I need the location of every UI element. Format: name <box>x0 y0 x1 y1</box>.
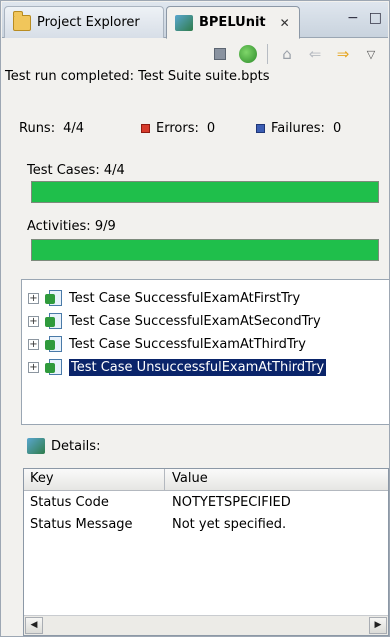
bpelunit-view: Project Explorer BPELUnit ✕ − □ ⌂ ⇐ ⇒ ▽ … <box>0 0 390 637</box>
cell-key: Status Message <box>30 517 133 532</box>
cell-key: Status Code <box>30 495 109 510</box>
tree-item-label: Test Case SuccessfulExamAtSecondTry <box>69 313 321 329</box>
activities-progress-fill <box>32 240 378 260</box>
table-header: Key Value <box>24 469 388 491</box>
failures-label: Failures: <box>271 121 325 136</box>
rerun-button[interactable] <box>239 45 257 63</box>
expand-icon[interactable]: + <box>28 361 39 373</box>
home-icon[interactable]: ⌂ <box>278 45 296 63</box>
expand-icon[interactable]: + <box>28 292 39 304</box>
view-toolbar: ⌂ ⇐ ⇒ ▽ <box>2 39 388 69</box>
tree-item[interactable]: + Test Case SuccessfulExamAtSecondTry <box>28 310 321 332</box>
toolbar-separator <box>267 44 268 64</box>
failures-counter: Failures: 0 <box>256 121 341 136</box>
tab-bar: Project Explorer BPELUnit ✕ − □ <box>2 2 388 39</box>
cell-value: NOTYETSPECIFIED <box>172 495 291 510</box>
test-cases-progress-fill <box>32 182 378 202</box>
details-header: Details: <box>27 438 100 454</box>
bpelunit-icon <box>175 14 193 31</box>
runs-counter: Runs: 4/4 <box>19 121 84 136</box>
error-icon <box>141 124 150 133</box>
tab-project-explorer[interactable]: Project Explorer <box>4 6 164 38</box>
scroll-right-button[interactable]: ▶ <box>369 617 387 634</box>
test-case-icon <box>45 289 63 307</box>
failures-value: 0 <box>332 121 342 136</box>
runs-label: Runs: <box>19 121 56 136</box>
view-menu-icon[interactable]: ▽ <box>362 45 380 63</box>
tab-label: Project Explorer <box>37 15 140 30</box>
table-row[interactable]: Status Message Not yet specified. <box>24 517 388 537</box>
maximize-button[interactable]: □ <box>369 10 382 26</box>
activities-progress-bar <box>31 239 379 261</box>
test-cases-label: Test Cases: 4/4 <box>27 163 125 178</box>
tab-label: BPELUnit <box>199 15 266 30</box>
tree-item-label: Test Case SuccessfulExamAtThirdTry <box>69 336 306 352</box>
test-case-icon <box>45 358 63 376</box>
tab-bpelunit[interactable]: BPELUnit ✕ <box>166 6 300 39</box>
details-icon <box>27 438 45 454</box>
run-icon <box>239 45 257 63</box>
back-arrow-icon[interactable]: ⇐ <box>306 45 324 63</box>
column-header-key[interactable]: Key <box>30 471 54 486</box>
errors-counter: Errors: 0 <box>141 121 215 136</box>
tree-item-label: Test Case SuccessfulExamAtFirstTry <box>69 290 301 306</box>
scroll-left-button[interactable]: ◀ <box>25 617 43 634</box>
tree-item-label: Test Case UnsuccessfulExamAtThirdTry <box>69 358 327 376</box>
test-case-icon <box>45 335 63 353</box>
column-header-value[interactable]: Value <box>172 471 208 486</box>
activities-label: Activities: 9/9 <box>27 219 116 234</box>
tree-item-selected[interactable]: + Test Case UnsuccessfulExamAtThirdTry <box>28 356 327 378</box>
folder-icon <box>13 10 31 31</box>
cell-value: Not yet specified. <box>172 517 287 532</box>
details-title: Details: <box>51 438 101 454</box>
divider <box>21 424 389 425</box>
test-case-icon <box>45 312 63 330</box>
errors-label: Errors: <box>156 121 199 136</box>
errors-value: 0 <box>206 121 216 136</box>
test-cases-progress-bar <box>31 181 379 203</box>
forward-arrow-icon[interactable]: ⇒ <box>334 45 352 63</box>
expand-icon[interactable]: + <box>28 338 39 350</box>
tree-item[interactable]: + Test Case SuccessfulExamAtThirdTry <box>28 333 306 355</box>
details-table: Key Value Status Code NOTYETSPECIFIED St… <box>23 468 389 636</box>
minimize-button[interactable]: − <box>347 10 359 26</box>
failure-icon <box>256 124 265 133</box>
tree-item[interactable]: + Test Case SuccessfulExamAtFirstTry <box>28 287 300 309</box>
column-divider[interactable] <box>164 469 165 491</box>
close-icon[interactable]: ✕ <box>280 16 290 30</box>
test-tree[interactable]: + Test Case SuccessfulExamAtFirstTry + T… <box>21 279 389 424</box>
status-message: Test run completed: Test Suite suite.bpt… <box>5 69 270 84</box>
stop-button[interactable] <box>211 45 229 63</box>
runs-value: 4/4 <box>63 121 85 136</box>
table-row[interactable]: Status Code NOTYETSPECIFIED <box>24 495 388 515</box>
horizontal-scrollbar[interactable]: ◀ ▶ <box>24 615 388 635</box>
expand-icon[interactable]: + <box>28 315 39 327</box>
stop-icon <box>214 48 226 60</box>
